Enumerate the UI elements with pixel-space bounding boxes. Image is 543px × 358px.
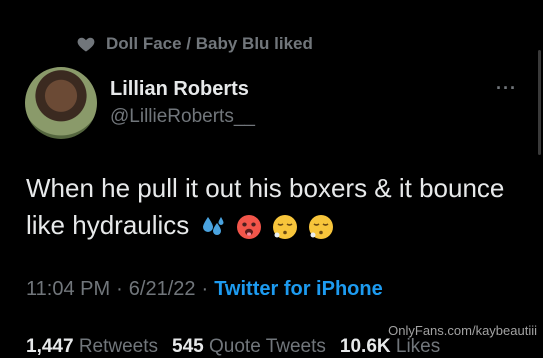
tweet-text: When he pull it out his boxers & it boun… [26, 170, 506, 244]
retweets-label: Retweets [78, 336, 159, 357]
likes-stat[interactable]: 10.6K Likes [340, 336, 440, 358]
tweet-date[interactable]: 6/21/22 [129, 278, 196, 301]
tweet-stats: 1,447 Retweets 545 Quote Tweets 10.6K Li… [26, 336, 440, 358]
hot-face-emoji [236, 215, 261, 240]
scrollbar[interactable] [538, 50, 541, 155]
likes-count: 10.6K [339, 336, 391, 357]
avatar[interactable] [25, 67, 97, 139]
sweat-droplets-emoji [202, 217, 224, 236]
meta-separator: · [201, 278, 209, 300]
meta-separator: · [116, 278, 123, 300]
heart-icon [77, 37, 95, 52]
watermark: OnlyFans.com/kaybeautiii [388, 323, 537, 338]
social-context[interactable]: Doll Face / Baby Blu liked [76, 33, 313, 55]
retweets-count: 1,447 [26, 336, 74, 357]
quotes-label: Quote Tweets [209, 336, 326, 357]
liked-text: Doll Face / Baby Blu liked [106, 34, 313, 53]
quotes-stat[interactable]: 545 Quote Tweets [172, 336, 326, 358]
tweet-time[interactable]: 11:04 PM [26, 278, 110, 301]
more-icon[interactable]: ··· [496, 78, 517, 99]
author-handle[interactable]: @LillieRoberts__ [110, 106, 255, 128]
tweet-meta: 11:04 PM · 6/21/22 · Twitter for iPhone [26, 278, 383, 301]
author-name[interactable]: Lillian Roberts [110, 78, 249, 101]
quotes-count: 545 [172, 336, 204, 357]
face-exhaling-emoji [273, 215, 297, 240]
tweet-source-link[interactable]: Twitter for iPhone [214, 278, 383, 301]
retweets-stat[interactable]: 1,447 Retweets [26, 336, 158, 358]
tweet-body: When he pull it out his boxers & it boun… [26, 173, 505, 240]
likes-label: Likes [395, 336, 441, 357]
face-exhaling-emoji [309, 215, 334, 240]
